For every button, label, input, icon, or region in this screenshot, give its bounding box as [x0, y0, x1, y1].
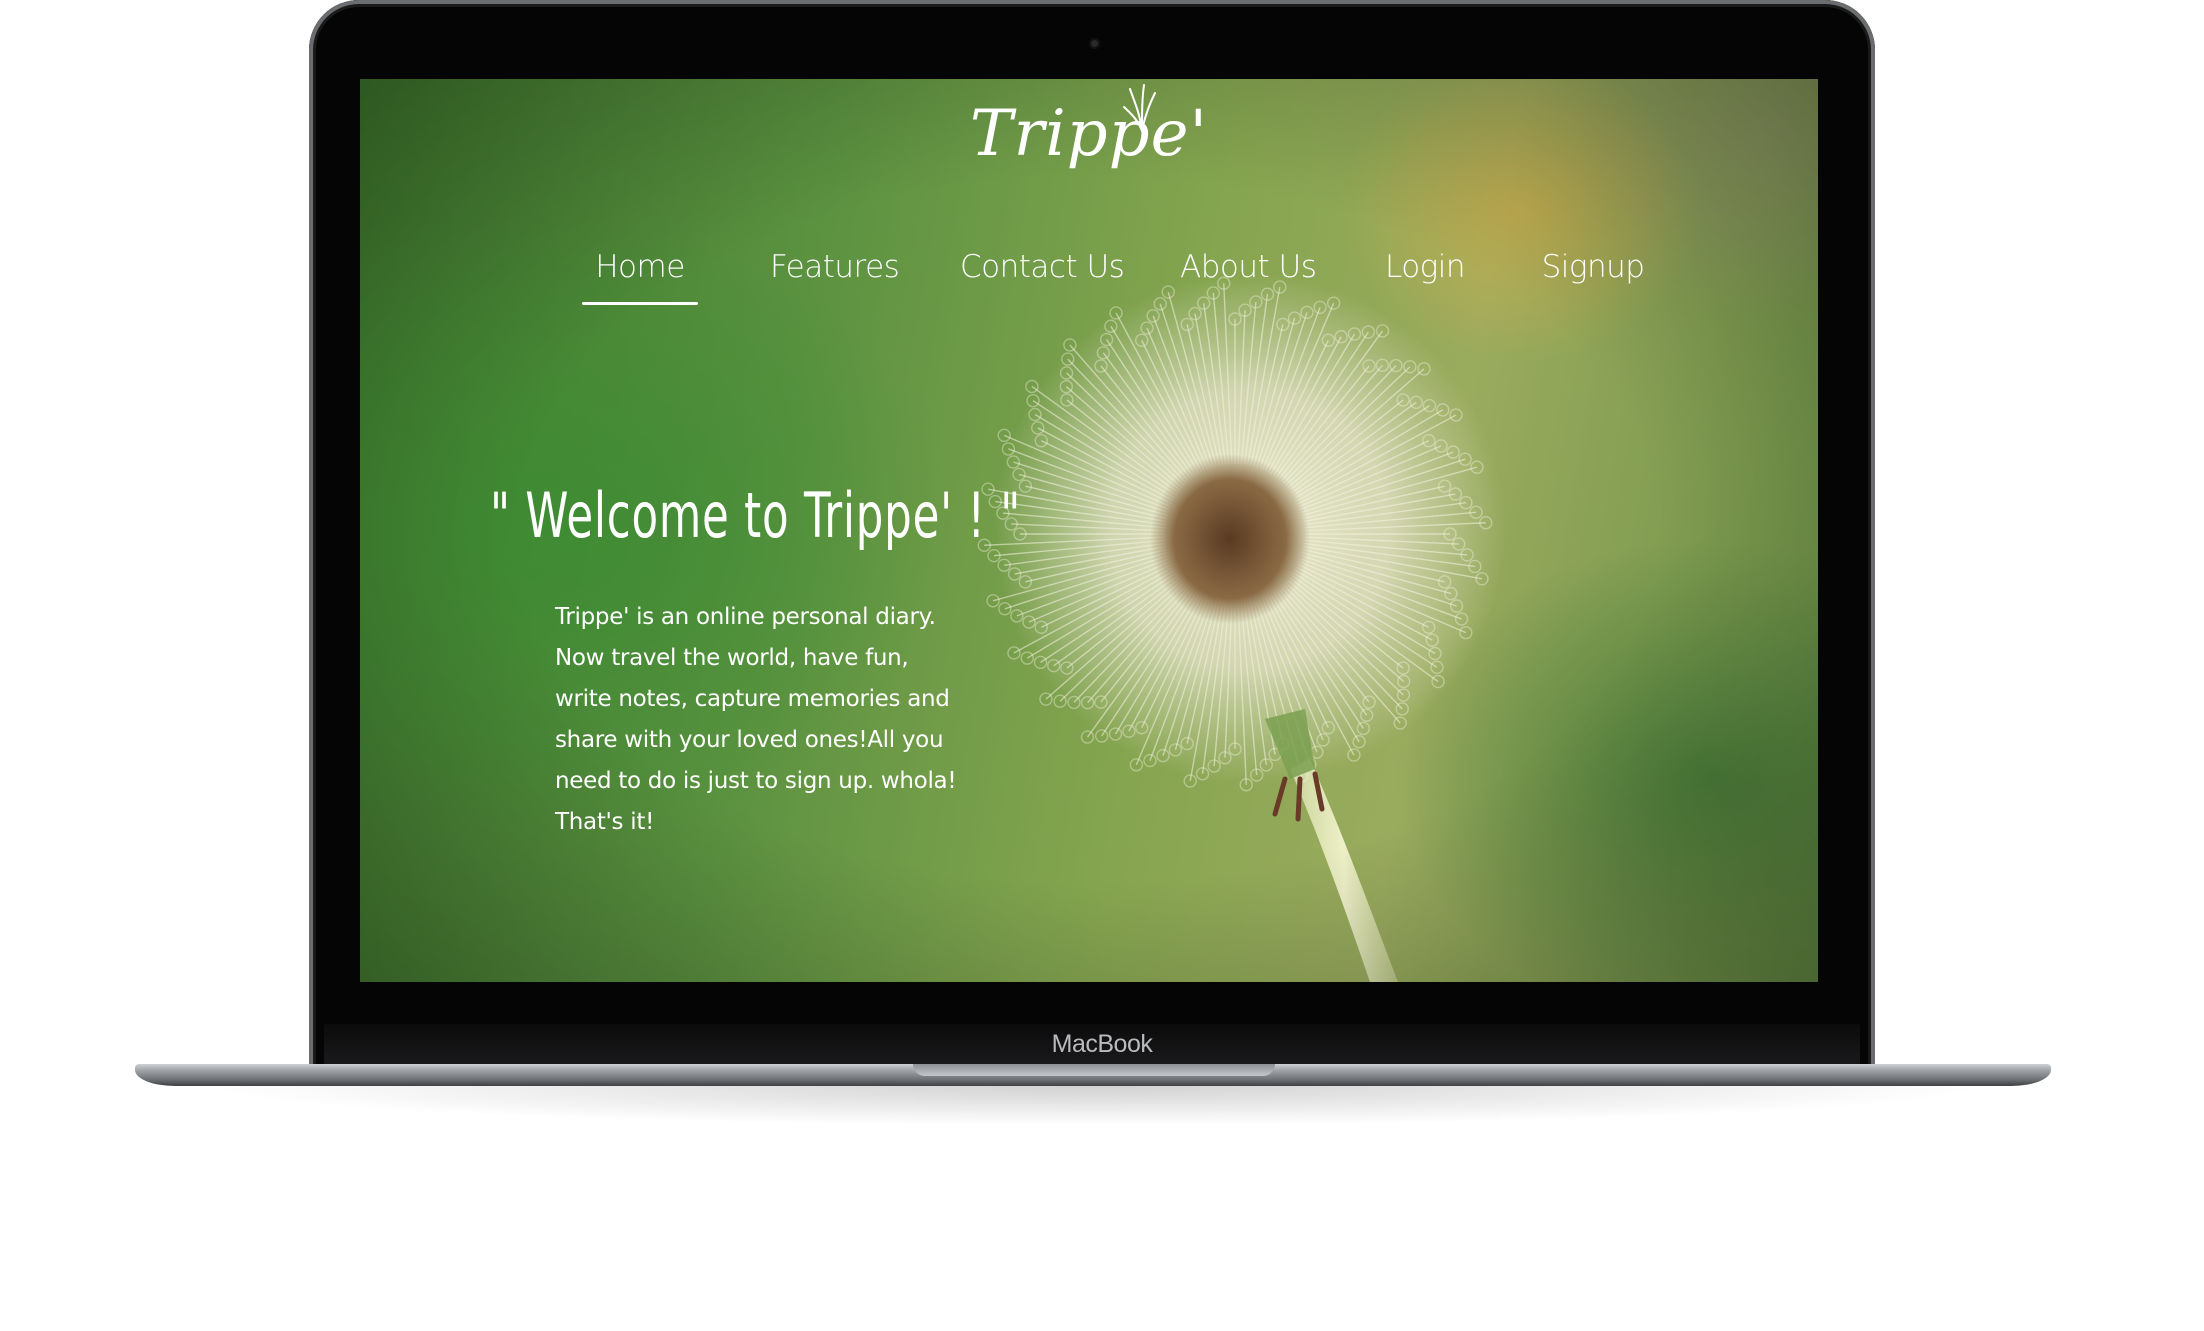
website-screen: Trippe' Home Features Contact Us About U…	[360, 79, 1818, 982]
site-logo[interactable]: Trippe'	[360, 97, 1818, 171]
logo-sprig-icon	[1123, 84, 1156, 132]
laptop-notch	[913, 1064, 1275, 1076]
hero-intro: Trippe' is an online personal diary. Now…	[555, 604, 957, 835]
laptop-shadow	[200, 1086, 1990, 1126]
hero-heading: " Welcome to Trippe' ! "	[490, 479, 1022, 552]
nav-login[interactable]: Login	[1380, 237, 1470, 297]
laptop-mockup: Trippe' Home Features Contact Us About U…	[0, 0, 2204, 1331]
nav-about-us[interactable]: About Us	[1180, 237, 1317, 297]
device-brand-label: MacBook	[1051, 1030, 1153, 1058]
camera-icon	[1089, 38, 1100, 49]
main-nav: Home Features Contact Us About Us Login …	[360, 237, 1818, 305]
nav-home[interactable]: Home	[582, 237, 698, 305]
nav-contact-us[interactable]: Contact Us	[960, 237, 1125, 297]
nav-signup[interactable]: Signup	[1538, 237, 1648, 297]
nav-features[interactable]: Features	[770, 237, 900, 297]
